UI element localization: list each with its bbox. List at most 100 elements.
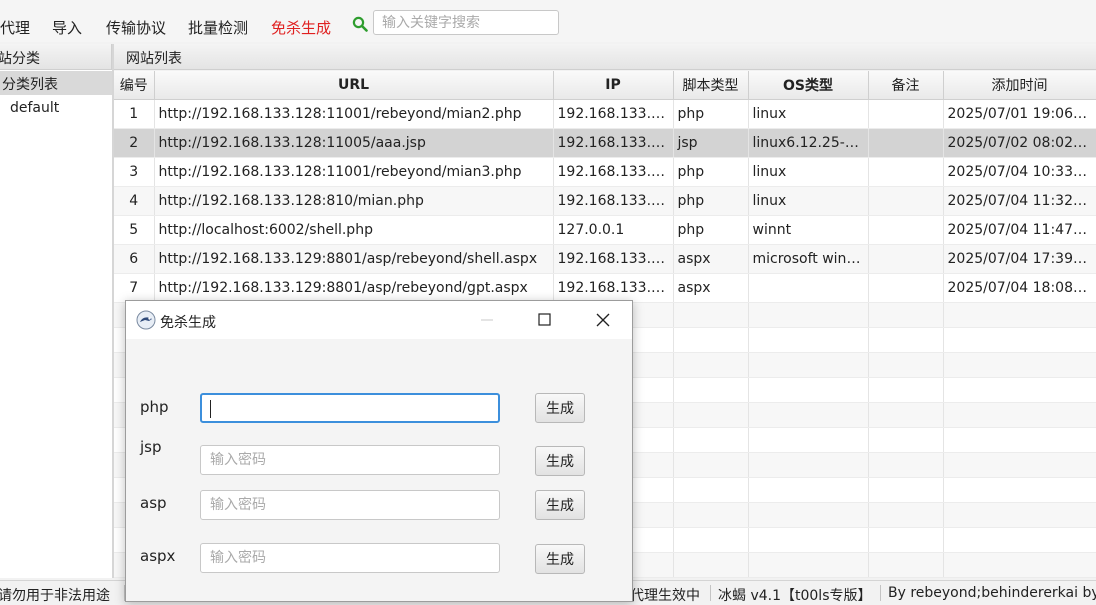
cell-id: 4 bbox=[114, 186, 155, 216]
cell-script-type: php bbox=[673, 157, 749, 187]
cell-url: http://192.168.133.128:810/mian.php bbox=[154, 186, 554, 216]
aspx-label: aspx bbox=[140, 547, 176, 565]
cell-os-type: winnt bbox=[748, 215, 869, 245]
cell-empty bbox=[748, 502, 869, 528]
cell-script-type: php bbox=[673, 215, 749, 245]
cell-empty bbox=[943, 452, 1096, 478]
status-divider bbox=[710, 585, 711, 601]
cell-empty bbox=[868, 477, 944, 503]
cell-script-type: aspx bbox=[673, 244, 749, 274]
cell-note bbox=[868, 99, 944, 129]
cell-id: 5 bbox=[114, 215, 155, 245]
table-row[interactable]: 3 http://192.168.133.128:11001/rebeyond/… bbox=[114, 157, 1096, 187]
category-panel: 站分类 分类列表 default bbox=[0, 44, 112, 578]
column-header-add-time[interactable]: 添加时间 bbox=[943, 71, 1096, 100]
cell-empty bbox=[868, 352, 944, 378]
cell-ip: 192.168.133.1... bbox=[553, 128, 674, 158]
aspx-password-input[interactable] bbox=[200, 543, 500, 573]
cell-os-type: linux bbox=[748, 186, 869, 216]
cell-ip: 192.168.133.1... bbox=[553, 186, 674, 216]
dialog-title-bar[interactable]: 免杀生成 bbox=[126, 301, 632, 339]
close-icon[interactable] bbox=[580, 301, 626, 339]
cell-empty bbox=[748, 477, 869, 503]
column-header-os-type[interactable]: OS类型 bbox=[748, 71, 869, 100]
cell-id: 3 bbox=[114, 157, 155, 187]
php-password-input[interactable] bbox=[200, 393, 500, 423]
table-row[interactable]: 5 http://localhost:6002/shell.php 127.0.… bbox=[114, 215, 1096, 245]
menu-av-bypass-generate[interactable]: 免杀生成 bbox=[271, 17, 331, 38]
table-row[interactable]: 4 http://192.168.133.128:810/mian.php 19… bbox=[114, 186, 1096, 216]
menu-proxy[interactable]: 代理 bbox=[0, 17, 30, 38]
cell-empty bbox=[673, 502, 749, 528]
table-row-selected[interactable]: 2 http://192.168.133.128:11005/aaa.jsp 1… bbox=[114, 128, 1096, 158]
tree-item-category-list[interactable]: 分类列表 bbox=[0, 71, 112, 95]
column-header-ip[interactable]: IP bbox=[553, 71, 674, 100]
cell-empty bbox=[943, 352, 1096, 378]
cell-empty bbox=[943, 427, 1096, 453]
column-header-url[interactable]: URL bbox=[154, 71, 554, 100]
cell-empty bbox=[868, 427, 944, 453]
cell-empty bbox=[748, 327, 869, 353]
cell-note bbox=[868, 215, 944, 245]
maximize-icon[interactable] bbox=[522, 301, 568, 339]
cell-empty bbox=[748, 402, 869, 428]
column-header-id[interactable]: 编号 bbox=[114, 71, 155, 100]
cell-script-type: jsp bbox=[673, 128, 749, 158]
av-bypass-dialog: 免杀生成 php 生成 jsp 生成 asp 生成 aspx 生成 bbox=[125, 300, 633, 602]
search-icon[interactable] bbox=[352, 16, 368, 32]
column-header-note[interactable]: 备注 bbox=[868, 71, 944, 100]
column-header-script-type[interactable]: 脚本类型 bbox=[673, 71, 749, 100]
cell-ip: 192.168.133.1... bbox=[553, 244, 674, 274]
menu-bar: 代理 导入 传输协议 批量检测 免杀生成 bbox=[0, 0, 1096, 42]
table-row[interactable]: 1 http://192.168.133.128:11001/rebeyond/… bbox=[114, 99, 1096, 129]
cell-empty bbox=[673, 377, 749, 403]
cell-empty bbox=[868, 377, 944, 403]
cell-os-type: linux bbox=[748, 99, 869, 129]
cell-empty bbox=[943, 327, 1096, 353]
dialog-title: 免杀生成 bbox=[160, 315, 216, 331]
search-input[interactable] bbox=[373, 10, 559, 35]
category-panel-header: 站分类 bbox=[0, 44, 112, 70]
jsp-generate-button[interactable]: 生成 bbox=[535, 446, 585, 476]
cell-add-time: 2025/07/04 17:39:22 bbox=[943, 244, 1096, 274]
tree-item-default[interactable]: default bbox=[10, 100, 59, 116]
cell-add-time: 2025/07/02 08:02:27 bbox=[943, 128, 1096, 158]
text-caret bbox=[210, 400, 211, 418]
menu-import[interactable]: 导入 bbox=[52, 17, 82, 38]
table-row[interactable]: 6 http://192.168.133.129:8801/asp/rebeyo… bbox=[114, 244, 1096, 274]
cell-empty bbox=[673, 527, 749, 553]
jsp-password-input[interactable] bbox=[200, 445, 500, 475]
php-generate-button[interactable]: 生成 bbox=[535, 393, 585, 423]
aspx-generate-button[interactable]: 生成 bbox=[535, 544, 585, 574]
cell-empty bbox=[748, 427, 869, 453]
site-list-title: 网站列表 bbox=[126, 51, 182, 67]
cell-os-type: linux6.12.25-a... bbox=[748, 128, 869, 158]
scorpion-app-icon bbox=[136, 310, 156, 330]
cell-empty bbox=[748, 527, 869, 553]
cell-ip: 127.0.0.1 bbox=[553, 215, 674, 245]
cell-url: http://192.168.133.128:11005/aaa.jsp bbox=[154, 128, 554, 158]
category-panel-title: 站分类 bbox=[0, 51, 40, 67]
cell-empty bbox=[748, 452, 869, 478]
asp-generate-button[interactable]: 生成 bbox=[535, 490, 585, 520]
menu-transport-protocol[interactable]: 传输协议 bbox=[106, 17, 166, 38]
cell-empty bbox=[943, 302, 1096, 328]
asp-password-input[interactable] bbox=[200, 490, 500, 520]
cell-empty bbox=[868, 302, 944, 328]
cell-empty bbox=[943, 527, 1096, 553]
status-author: By rebeyond;behindererkai by b bbox=[888, 585, 1096, 601]
cell-empty bbox=[673, 352, 749, 378]
cell-note bbox=[868, 157, 944, 187]
cell-empty bbox=[748, 552, 869, 578]
cell-note bbox=[868, 128, 944, 158]
minimize-icon[interactable] bbox=[464, 301, 510, 339]
cell-script-type: php bbox=[673, 99, 749, 129]
table-row[interactable]: 7 http://192.168.133.129:8801/asp/rebeyo… bbox=[114, 273, 1096, 303]
status-proxy: 代理生效中 bbox=[630, 588, 700, 604]
cell-empty bbox=[673, 552, 749, 578]
cell-empty bbox=[943, 477, 1096, 503]
cell-add-time: 2025/07/04 11:47:34 bbox=[943, 215, 1096, 245]
menu-batch-check[interactable]: 批量检测 bbox=[188, 17, 248, 38]
cell-os-type: linux bbox=[748, 157, 869, 187]
cell-empty bbox=[868, 402, 944, 428]
